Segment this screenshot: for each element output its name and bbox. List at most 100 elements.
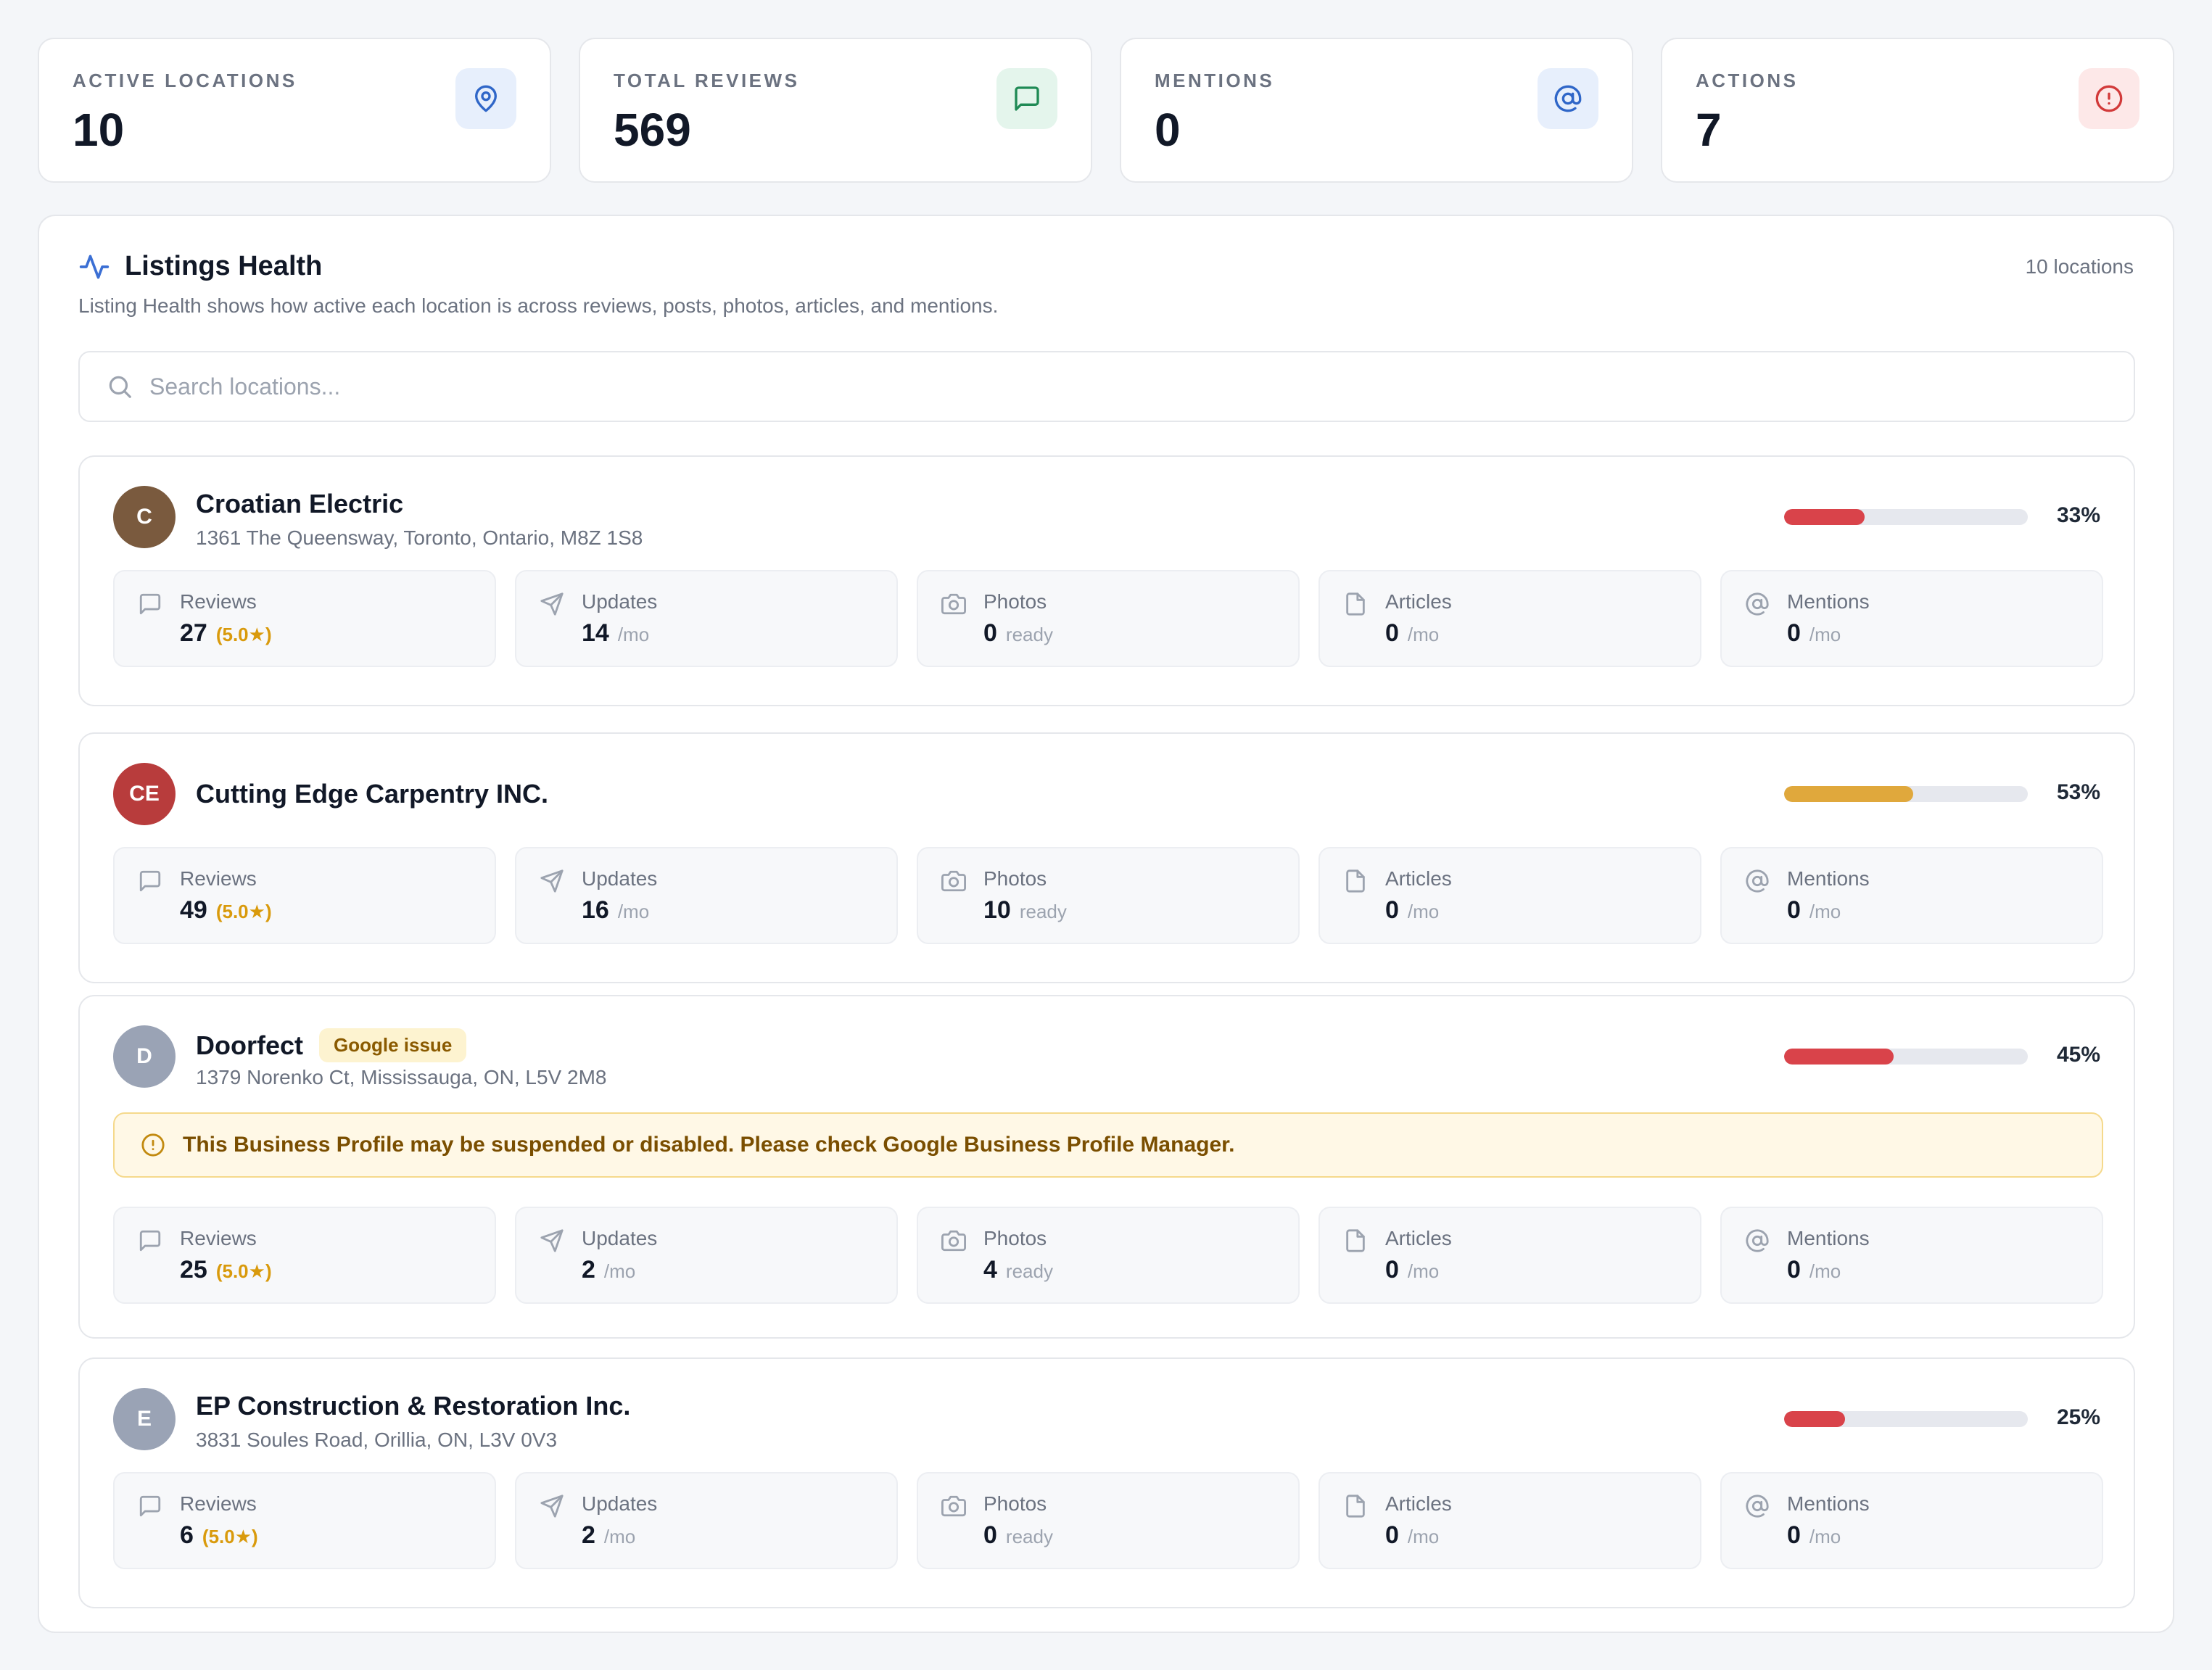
metric-label: Updates <box>582 590 658 613</box>
health-percent: 53% <box>2056 780 2100 804</box>
rating: (5.0★) <box>215 624 272 645</box>
metric-label: Updates <box>582 867 658 890</box>
avatar: C <box>113 486 176 548</box>
metric-updates: Updates 14/mo <box>515 570 898 667</box>
metric-reviews: Reviews 27 (5.0★) <box>113 570 496 667</box>
metric-label: Photos <box>983 867 1047 890</box>
location-name[interactable]: Cutting Edge Carpentry INC. <box>196 779 548 809</box>
metric-value: 0 ready <box>983 1521 1053 1550</box>
metric-suffix: /mo <box>1407 901 1440 922</box>
metric-value: 10 ready <box>983 896 1067 925</box>
location-address: 1361 The Queensway, Toronto, Ontario, M8… <box>196 526 643 549</box>
search-input[interactable] <box>149 373 2035 400</box>
metric-number: 14 <box>582 619 609 647</box>
stat-card-active-locations: ACTIVE LOCATIONS 10 <box>38 38 551 183</box>
location-card[interactable]: D Doorfect Google issue 1379 Norenko Ct,… <box>78 995 2135 1339</box>
locations-count: 10 locations <box>2025 255 2134 278</box>
metric-label: Articles <box>1385 1492 1452 1515</box>
metric-articles: Articles 0/mo <box>1318 1472 1701 1569</box>
metric-photos: Photos 0 ready <box>917 570 1300 667</box>
location-name-row: EP Construction & Restoration Inc. <box>196 1391 630 1421</box>
stat-card-mentions: MENTIONS 0 <box>1120 38 1633 183</box>
camera-icon <box>941 870 966 892</box>
metric-label: Photos <box>983 590 1047 613</box>
metric-number: 0 <box>1385 619 1399 647</box>
rating: (5.0★) <box>215 1260 272 1282</box>
metric-label: Photos <box>983 1492 1047 1515</box>
metric-updates: Updates 2/mo <box>515 1472 898 1569</box>
send-icon <box>540 869 564 893</box>
metric-value: 0/mo <box>1385 1256 1439 1284</box>
camera-icon <box>941 1495 966 1517</box>
stats-row: ACTIVE LOCATIONS 10 TOTAL REVIEWS 569 ME… <box>38 38 2174 183</box>
metric-value: 0/mo <box>1787 1521 1841 1550</box>
metric-number: 0 <box>1385 1521 1399 1549</box>
metric-number: 0 <box>1385 896 1399 924</box>
metric-number: 0 <box>983 1521 997 1549</box>
metric-value: 2/mo <box>582 1521 635 1550</box>
stat-label: ACTIVE LOCATIONS <box>73 70 297 91</box>
metric-suffix: /mo <box>1809 1260 1841 1282</box>
metric-articles: Articles 0/mo <box>1318 570 1701 667</box>
metric-suffix: /mo <box>617 624 650 645</box>
metric-number: 49 <box>180 896 207 924</box>
location-card[interactable]: E EP Construction & Restoration Inc. 383… <box>78 1357 2135 1608</box>
panel-title: Listings Health <box>125 251 323 281</box>
camera-icon <box>941 593 966 615</box>
send-icon <box>540 1495 564 1518</box>
metric-number: 0 <box>1787 1256 1801 1283</box>
location-card[interactable]: C Croatian Electric 1361 The Queensway, … <box>78 455 2135 706</box>
metric-suffix: /mo <box>603 1260 636 1282</box>
avatar: E <box>113 1388 176 1450</box>
metric-suffix: /mo <box>1809 624 1841 645</box>
metric-updates: Updates 2/mo <box>515 1207 898 1304</box>
send-icon <box>540 1229 564 1252</box>
message-square-icon <box>139 1495 161 1517</box>
avatar: D <box>113 1025 176 1088</box>
file-icon <box>1346 1229 1365 1252</box>
metric-label: Reviews <box>180 1227 257 1249</box>
metric-number: 2 <box>582 1521 595 1549</box>
message-square-icon <box>139 593 161 615</box>
metric-value: 27 (5.0★) <box>180 619 272 648</box>
stat-label: MENTIONS <box>1155 70 1275 91</box>
at-sign-icon <box>1746 1229 1769 1252</box>
metric-label: Reviews <box>180 867 257 890</box>
warning-text: This Business Profile may be suspended o… <box>183 1133 1235 1157</box>
at-sign-icon <box>1538 68 1598 129</box>
metric-suffix: ready <box>1005 1260 1053 1282</box>
health-percent: 45% <box>2056 1043 2100 1067</box>
metric-number: 0 <box>1787 619 1801 647</box>
health-progress-bar <box>1784 509 2028 525</box>
metric-number: 2 <box>582 1256 595 1283</box>
metric-number: 4 <box>983 1256 997 1283</box>
metric-value: 0/mo <box>1787 1256 1841 1284</box>
health-progress-fill <box>1784 786 1914 802</box>
metric-value: 0 ready <box>983 619 1053 648</box>
metric-reviews: Reviews 6 (5.0★) <box>113 1472 496 1569</box>
message-square-icon <box>139 1230 161 1252</box>
metric-suffix: /mo <box>1407 1526 1440 1547</box>
location-name[interactable]: Croatian Electric <box>196 489 403 519</box>
location-name[interactable]: EP Construction & Restoration Inc. <box>196 1391 630 1421</box>
health-progress-bar <box>1784 786 2028 802</box>
metric-number: 0 <box>983 619 997 647</box>
metric-suffix: /mo <box>603 1526 636 1547</box>
metric-value: 6 (5.0★) <box>180 1521 258 1550</box>
metric-value: 49 (5.0★) <box>180 896 272 925</box>
metric-mentions: Mentions 0/mo <box>1720 1472 2103 1569</box>
health-progress-bar <box>1784 1049 2028 1065</box>
metrics-row: Reviews 25 (5.0★) Updates 2/mo Photos 4 re… <box>113 1207 2103 1304</box>
location-name[interactable]: Doorfect <box>196 1030 303 1061</box>
metric-value: 16/mo <box>582 896 649 925</box>
metric-suffix: /mo <box>1809 901 1841 922</box>
location-card[interactable]: CE Cutting Edge Carpentry INC. 53% Revie… <box>78 732 2135 983</box>
location-address: 1379 Norenko Ct, Mississauga, ON, L5V 2M… <box>196 1066 607 1088</box>
message-square-icon <box>139 870 161 892</box>
search-box[interactable] <box>78 351 2135 422</box>
avatar: CE <box>113 763 176 825</box>
metrics-row: Reviews 6 (5.0★) Updates 2/mo Photos 0 rea… <box>113 1472 2103 1569</box>
metric-mentions: Mentions 0/mo <box>1720 847 2103 944</box>
metric-mentions: Mentions 0/mo <box>1720 570 2103 667</box>
metric-suffix: /mo <box>1809 1526 1841 1547</box>
